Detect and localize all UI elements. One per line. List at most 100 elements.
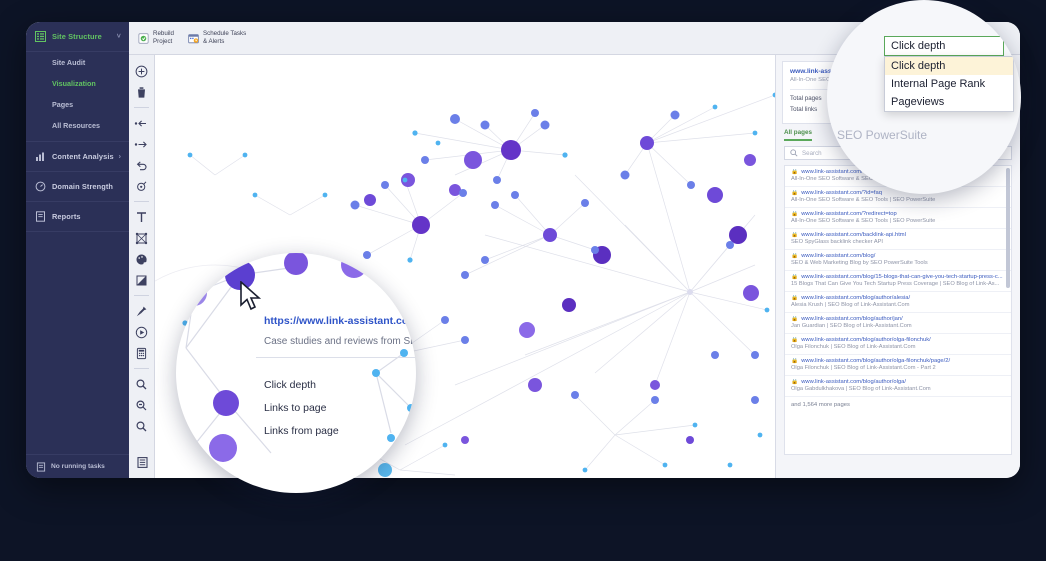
lock-icon: 🔒: [791, 316, 799, 322]
row-url[interactable]: 🔒 www.link-assistant.com/blog/: [791, 253, 1005, 259]
row-url[interactable]: 🔒 www.link-assistant.com/?redirect=top: [791, 211, 1005, 217]
rail-divider: [134, 368, 149, 369]
dropdown-option-pageviews[interactable]: Pageviews: [885, 93, 1013, 111]
zoom-fit-icon[interactable]: [134, 418, 150, 434]
status-bar: No running tasks: [26, 454, 129, 478]
row-url[interactable]: 🔒 www.link-assistant.com/blog/author/olg…: [791, 337, 1005, 343]
search-icon: [790, 144, 798, 162]
sidebar-item-visualization[interactable]: Visualization: [26, 73, 129, 94]
download-icon[interactable]: [993, 12, 1009, 33]
rail-divider: [134, 107, 149, 108]
step-back-icon[interactable]: [134, 115, 150, 131]
delete-icon[interactable]: [134, 84, 150, 100]
sidebar-item-label: Content Analysis: [52, 152, 114, 161]
scrollbar-thumb[interactable]: [1006, 168, 1010, 288]
sidebar-item-site-structure[interactable]: Site Structure ˅: [26, 22, 129, 52]
row-url[interactable]: 🔒 www.link-assistant.com/blog/author/olg…: [791, 379, 1005, 385]
row-url[interactable]: 🔒 www.link-assistant.com/backlink-api.ht…: [791, 232, 1005, 238]
text-icon[interactable]: [134, 209, 150, 225]
row-title: 15 Blogs That Can Give You Tech Startup …: [791, 281, 1000, 287]
palette-icon[interactable]: [134, 251, 150, 267]
dropdown-option-click-depth[interactable]: Click depth: [885, 57, 1013, 75]
rail-divider: [134, 295, 149, 296]
lock-icon: 🔒: [791, 169, 799, 175]
lock-icon: 🔒: [791, 253, 799, 259]
row-url[interactable]: 🔒 www.link-assistant.com/blog/author/jan…: [791, 316, 1005, 322]
lock-icon: 🔒: [791, 211, 799, 217]
rebuild-icon: [138, 32, 149, 44]
tooltip-item-links-from-page[interactable]: Links from page: [264, 425, 339, 437]
add-node-icon[interactable]: [134, 63, 150, 79]
dropdown-option-internal-page-rank[interactable]: Internal Page Rank: [885, 75, 1013, 93]
sidebar-item-pages[interactable]: Pages: [26, 94, 129, 115]
tab-all-pages[interactable]: All pages: [784, 129, 812, 141]
magnifier-content: https://www.link-assistant.com/c Case st…: [176, 253, 416, 493]
row-url[interactable]: 🔒 www.link-assistant.com/blog/author/ale…: [791, 295, 1005, 301]
list-item[interactable]: 🔒 www.link-assistant.com/blog/15-blogs-t…: [785, 271, 1011, 292]
sidebar-subitem-label: All Resources: [52, 121, 100, 130]
status-label: No running tasks: [51, 463, 105, 470]
rail-divider: [134, 201, 149, 202]
sidebar-item-label: Reports: [52, 212, 81, 221]
list-item[interactable]: 🔒 www.link-assistant.com/blog/author/jan…: [785, 313, 1011, 334]
tool-rail: [129, 55, 155, 478]
list-item[interactable]: 🔒 www.link-assistant.com/blog/author/olg…: [785, 376, 1011, 397]
metric-dropdown-list: Click depth Internal Page Rank Pageviews: [884, 56, 1014, 112]
tasks-icon: [35, 461, 46, 472]
list-item[interactable]: 🔒 www.link-assistant.com/blog/ SEO & Web…: [785, 250, 1011, 271]
list-item[interactable]: 🔒 www.link-assistant.com/backlink-api.ht…: [785, 229, 1011, 250]
sidebar-item-content-analysis[interactable]: Content Analysis ›: [26, 142, 129, 172]
lock-icon: 🔒: [791, 274, 799, 280]
target-icon[interactable]: [134, 178, 150, 194]
row-url-text: www.link-assistant.com/blog/author/olga-…: [801, 337, 931, 343]
row-title: SEO SpyGlass backlink checker API: [791, 239, 883, 245]
sidebar-item-site-audit[interactable]: Site Audit: [26, 52, 129, 73]
pages-list[interactable]: 🔒 www.link-assistant.com/ All-In-One SEO…: [784, 165, 1012, 455]
metric-select[interactable]: Click depth: [884, 36, 1004, 56]
sidebar-item-domain-strength[interactable]: Domain Strength: [26, 172, 129, 202]
row-url[interactable]: 🔒 www.link-assistant.com/blog/15-blogs-t…: [791, 274, 1005, 280]
row-url-text: www.link-assistant.com/blog/author/alesi…: [801, 295, 911, 301]
undo-icon[interactable]: [134, 157, 150, 173]
sidebar-subitem-label: Pages: [52, 100, 74, 109]
row-title: Alesia Krush | SEO Blog of Link-Assistan…: [791, 302, 910, 308]
row-url[interactable]: 🔒 www.link-assistant.com/blog/author/olg…: [791, 358, 1005, 364]
row-url-text: www.link-assistant.com/blog/: [801, 253, 876, 259]
magnified-graph: [181, 253, 415, 488]
list-item[interactable]: 🔒 www.link-assistant.com/blog/author/olg…: [785, 334, 1011, 355]
chevron-down-icon: ˅: [116, 33, 121, 40]
tooltip-item-click-depth[interactable]: Click depth: [264, 379, 316, 391]
row-url[interactable]: 🔒 www.link-assistant.com/?id=faq: [791, 190, 1005, 196]
zoom-out-icon[interactable]: [134, 397, 150, 413]
list-item[interactable]: 🔒 www.link-assistant.com/blog/author/ale…: [785, 292, 1011, 313]
bar-chart-icon: [35, 151, 46, 162]
sidebar-subitem-label: Site Audit: [52, 58, 86, 67]
sidebar-item-all-resources[interactable]: All Resources: [26, 115, 129, 136]
rebuild-project-button[interactable]: Rebuild Project: [138, 30, 174, 47]
row-url-text: www.link-assistant.com/?id=faq: [801, 190, 882, 196]
node-graph-icon[interactable]: [134, 230, 150, 246]
pin-icon[interactable]: [134, 303, 150, 319]
list-icon: [35, 31, 46, 42]
tooltip-description: Case studies and reviews from SE: [264, 336, 416, 347]
schedule-tasks-label: Schedule Tasks & Alerts: [202, 29, 247, 45]
tooltip-item-links-to-page[interactable]: Links to page: [264, 402, 326, 414]
dropdown-magnifier: SEO PowerSuite Click depth Click depth I…: [827, 0, 1021, 194]
list-item[interactable]: 🔒 www.link-assistant.com/?redirect=top A…: [785, 208, 1011, 229]
list-item[interactable]: 🔒 www.link-assistant.com/blog/author/olg…: [785, 355, 1011, 376]
calendar-icon: [188, 33, 199, 44]
calculator-icon[interactable]: [134, 345, 150, 361]
row-url-text: www.link-assistant.com/blog/author/jan/: [801, 316, 903, 322]
tooltip-url[interactable]: https://www.link-assistant.com/c: [264, 315, 416, 327]
sidebar-item-reports[interactable]: Reports: [26, 202, 129, 232]
step-forward-icon[interactable]: [134, 136, 150, 152]
contrast-icon[interactable]: [134, 272, 150, 288]
zoom-in-icon[interactable]: [134, 376, 150, 392]
lock-icon: 🔒: [791, 379, 799, 385]
cursor-arrow-icon: [240, 280, 262, 316]
play-icon[interactable]: [134, 324, 150, 340]
list-view-icon[interactable]: [134, 454, 150, 470]
schedule-tasks-button[interactable]: Schedule Tasks & Alerts: [188, 30, 246, 47]
lock-icon: 🔒: [791, 337, 799, 343]
lock-icon: 🔒: [791, 190, 799, 196]
